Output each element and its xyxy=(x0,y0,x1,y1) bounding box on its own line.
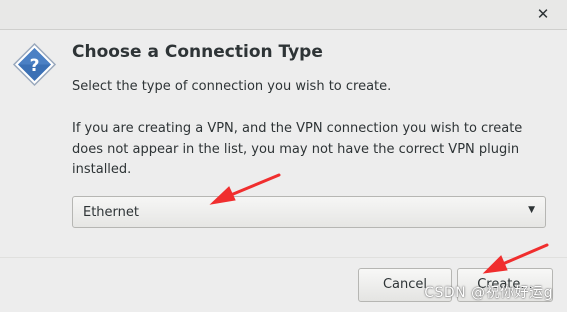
close-button[interactable]: ✕ xyxy=(533,4,553,24)
chevron-down-icon: ▼ xyxy=(528,205,535,215)
close-icon: ✕ xyxy=(536,5,550,23)
question-icon: ? xyxy=(12,42,57,87)
svg-text:?: ? xyxy=(30,56,40,76)
dialog-title: Choose a Connection Type xyxy=(72,42,323,62)
window-titlebar: ✕ xyxy=(0,0,567,30)
vpn-info-text: If you are creating a VPN, and the VPN c… xyxy=(72,121,523,177)
dialog-subtitle: Select the type of connection you wish t… xyxy=(72,79,392,94)
watermark: CSDN @祝你好运g xyxy=(424,285,553,301)
connection-type-value: Ethernet xyxy=(83,205,139,220)
connection-type-dropdown[interactable]: Ethernet ▼ xyxy=(72,196,546,228)
button-area-divider xyxy=(0,257,567,258)
annotation-arrow-create xyxy=(496,243,549,268)
